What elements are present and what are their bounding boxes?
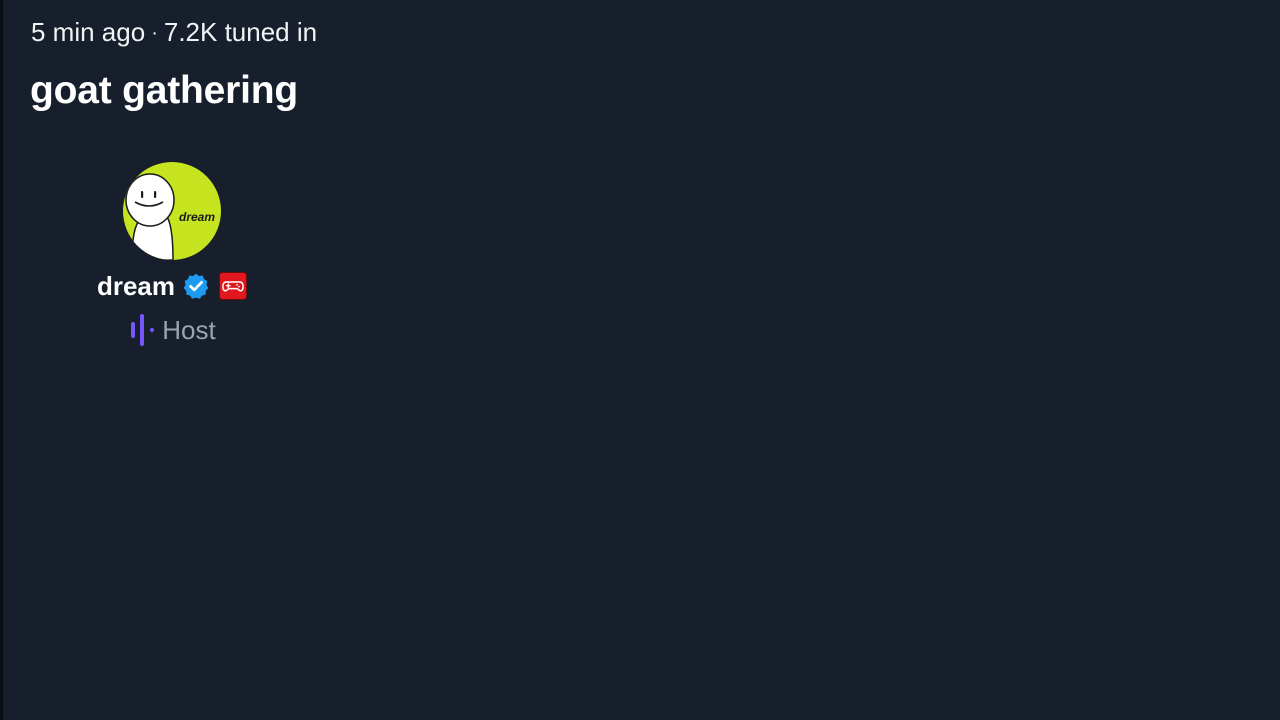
host-participant[interactable]: dream dream Host (72, 162, 272, 347)
space-title: goat gathering (30, 69, 299, 112)
host-role-label: Host (162, 315, 216, 345)
host-role-row: Host (128, 313, 216, 347)
host-name-row: dream (97, 271, 248, 301)
host-avatar[interactable]: dream (123, 162, 221, 260)
host-name[interactable]: dream (97, 271, 175, 301)
avatar-text: dream (179, 210, 215, 224)
listener-count: 7.2K tuned in (163, 17, 318, 47)
meta-separator: · (151, 22, 158, 44)
time-ago: 5 min ago (31, 17, 146, 47)
gamepad-icon[interactable] (219, 272, 248, 300)
speaking-bars-icon (131, 314, 155, 346)
window-left-edge (0, 0, 3, 720)
verified-badge-icon (183, 273, 209, 299)
space-meta: 5 min ago · 7.2K tuned in (31, 16, 317, 51)
